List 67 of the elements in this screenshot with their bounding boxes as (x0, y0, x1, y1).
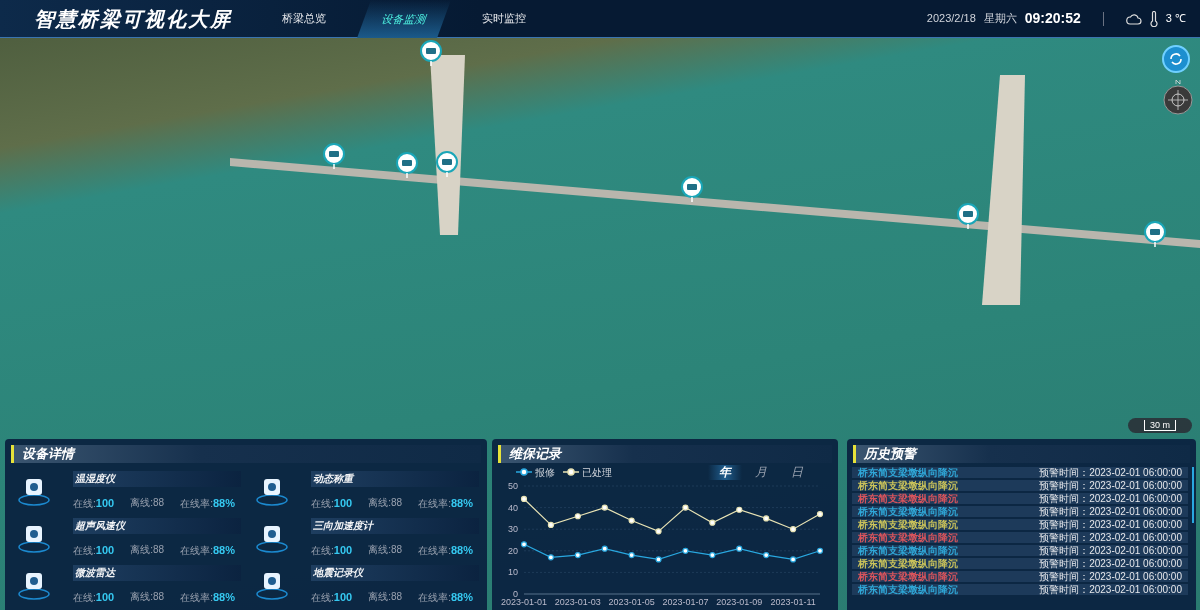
axis-tick-label: 2023-01-03 (554, 597, 601, 607)
app-title: 智慧桥梁可视化大屏 (34, 6, 233, 32)
device-name: 超声风速仪 (73, 518, 241, 534)
alert-text: 桥东简支梁墩纵向降沉 (858, 545, 958, 556)
alert-text: 桥东简支梁墩纵向降沉 (858, 493, 958, 504)
alert-time: 预警时间：2023-02-01 06:00:00 (1039, 532, 1182, 543)
device-stat: 在线:100 (73, 590, 115, 605)
panel-title: 维保记录 (509, 445, 561, 464)
scale-text: 30 m (1144, 420, 1176, 431)
alert-time: 预警时间：2023-02-01 06:00:00 (1039, 480, 1182, 491)
device-stat: 离线:88 (130, 496, 165, 510)
alert-time: 预警时间：2023-02-01 06:00:00 (1039, 571, 1182, 582)
legend-label: 报修 (535, 465, 555, 480)
axis-tick-label: 40 (508, 502, 518, 513)
alert-text: 桥东简支梁墩纵向降沉 (858, 584, 958, 595)
temperature-text: 3 ℃ (1165, 11, 1186, 27)
axis-tick-label: 10 (508, 567, 518, 578)
device-stat: 在线率:88% (418, 543, 473, 558)
alert-text: 桥东简支梁墩纵向降沉 (858, 571, 958, 582)
alert-time: 预警时间：2023-02-01 06:00:00 (1039, 545, 1182, 556)
device-stat: 在线率:88% (180, 590, 235, 605)
device-name: 温湿度仪 (73, 471, 241, 487)
alert-text: 桥东简支梁墩纵向降沉 (858, 532, 958, 543)
device-stat: 在线率:88% (418, 496, 473, 511)
device-name: 动态称重 (311, 471, 479, 487)
alert-time: 预警时间：2023-02-01 06:00:00 (1039, 467, 1182, 478)
alert-text: 桥东简支梁墩纵向降沉 (858, 506, 958, 517)
alert-time: 预警时间：2023-02-01 06:00:00 (1039, 584, 1182, 595)
device-stat: 在线:100 (73, 543, 115, 558)
device-name: 三向加速度计 (311, 518, 479, 534)
axis-tick-label: 2023-01-05 (608, 597, 655, 607)
panel-title: 历史预警 (864, 445, 916, 464)
legend-label: 已处理 (582, 465, 612, 480)
alert-time: 预警时间：2023-02-01 06:00:00 (1039, 519, 1182, 530)
alert-text: 桥东简支梁墩纵向降沉 (858, 467, 958, 478)
device-stat: 在线率:88% (418, 590, 473, 605)
clock-time: 09:20:52 (1024, 9, 1081, 28)
axis-tick-label: 2023-01-11 (770, 597, 816, 607)
alert-time: 预警时间：2023-02-01 06:00:00 (1039, 506, 1182, 517)
device-stat: 在线:100 (311, 496, 353, 511)
panel-title: 设备详情 (22, 445, 74, 464)
device-name: 地震记录仪 (311, 565, 479, 581)
axis-tick-label: 2023-01-07 (662, 597, 709, 607)
alert-text: 桥东简支梁墩纵向降沉 (858, 519, 958, 530)
alert-time: 预警时间：2023-02-01 06:00:00 (1039, 493, 1182, 504)
date-text: 2023/2/18 (926, 11, 976, 27)
device-stat: 在线率:88% (180, 496, 235, 511)
axis-tick-label: 50 (508, 481, 518, 491)
alert-time: 预警时间：2023-02-01 06:00:00 (1039, 558, 1182, 569)
device-stat: 离线:88 (130, 543, 165, 557)
device-stat: 在线率:88% (180, 543, 235, 558)
device-stat: 在线:100 (311, 543, 353, 558)
alert-text: 桥东简支梁墩纵向降沉 (858, 480, 958, 491)
device-stat: 在线:100 (73, 496, 115, 511)
weekday-text: 星期六 (983, 11, 1017, 27)
device-stat: 离线:88 (368, 590, 403, 604)
axis-tick-label: 30 (508, 524, 518, 535)
axis-tick-label: 2023-01-09 (716, 597, 763, 607)
device-stat: 离线:88 (130, 590, 165, 604)
device-stat: 离线:88 (368, 496, 403, 510)
device-stat: 离线:88 (368, 543, 403, 557)
axis-tick-label: 2023-01-01 (501, 597, 547, 607)
axis-tick-label: 20 (508, 545, 518, 556)
device-stat: 在线:100 (311, 590, 353, 605)
axis-tick-label: 0 (513, 589, 518, 599)
device-name: 微波雷达 (73, 565, 241, 581)
alert-text: 桥东简支梁墩纵向降沉 (858, 558, 958, 569)
